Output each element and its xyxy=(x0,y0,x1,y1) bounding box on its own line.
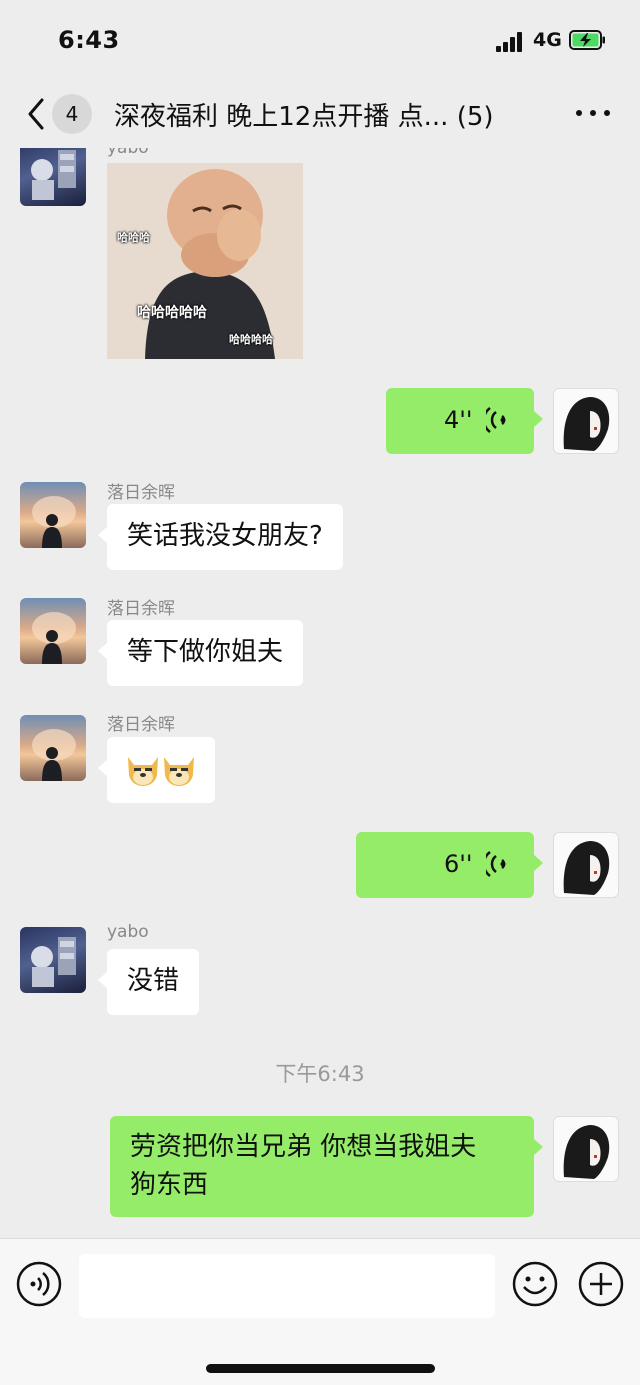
sticker-caption: 哈哈哈哈哈 xyxy=(137,305,207,321)
voice-wave-icon xyxy=(486,851,506,877)
sticker-caption: 哈哈哈 xyxy=(117,231,150,244)
sticker-caption: 哈哈哈哈 xyxy=(229,333,273,346)
avatar-me[interactable] xyxy=(553,832,619,898)
voice-message[interactable]: 6'' xyxy=(356,832,543,898)
emoji-message[interactable] xyxy=(98,737,215,803)
signal-icon xyxy=(496,32,524,52)
text-message[interactable]: 劳资把你当兄弟 你想当我姐夫 狗东西 xyxy=(110,1116,543,1217)
voice-wave-icon xyxy=(486,407,506,433)
network-type: 4G xyxy=(533,29,562,51)
sender-name: 落日余晖 xyxy=(107,599,175,619)
time-divider: 下午6:43 xyxy=(275,1062,365,1086)
sender-name: 落日余晖 xyxy=(107,715,175,735)
back-chevron-icon[interactable] xyxy=(22,94,52,134)
more-options-button[interactable] xyxy=(576,106,612,120)
status-bar: 6:43 4G xyxy=(0,0,640,80)
sender-name: yabo xyxy=(107,148,149,158)
home-indicator xyxy=(206,1364,435,1373)
voice-duration: 4'' xyxy=(444,406,473,434)
message-input[interactable] xyxy=(79,1254,495,1318)
avatar-sunset[interactable] xyxy=(20,598,86,664)
voice-input-icon[interactable] xyxy=(16,1261,62,1307)
message-line: 劳资把你当兄弟 你想当我姐夫 xyxy=(130,1132,477,1162)
unread-count-badge[interactable]: 4 xyxy=(52,94,92,134)
avatar-sunset[interactable] xyxy=(20,715,86,781)
avatar-yabo[interactable] xyxy=(20,927,86,993)
doge-emoji-icon xyxy=(128,757,194,786)
voice-duration: 6'' xyxy=(444,850,473,878)
avatar-yabo[interactable] xyxy=(20,148,86,206)
text-message[interactable]: 笑话我没女朋友? xyxy=(98,504,343,570)
battery-charging-icon xyxy=(569,30,605,50)
add-plus-icon[interactable] xyxy=(578,1261,624,1307)
laughing-baby-sticker[interactable]: 哈哈哈 哈哈哈哈哈 哈哈哈哈 xyxy=(107,163,303,359)
emoji-icon[interactable] xyxy=(512,1261,558,1307)
group-name: 深夜福利 晚上12点开播 点... xyxy=(114,102,449,132)
avatar-me[interactable] xyxy=(553,1116,619,1182)
text-message[interactable]: 等下做你姐夫 xyxy=(97,620,304,686)
avatar-me[interactable] xyxy=(553,388,619,454)
avatar-sunset[interactable] xyxy=(20,482,86,548)
chat-title: 深夜福利 晚上12点开播 点... (5) xyxy=(114,96,534,133)
input-bar xyxy=(0,1238,640,1385)
text-message[interactable]: 没错 xyxy=(97,949,200,1015)
laughing-baby-image xyxy=(107,163,303,359)
sender-name: yabo xyxy=(107,922,149,942)
sender-name: 落日余晖 xyxy=(107,483,175,503)
voice-message[interactable]: 4'' xyxy=(386,388,543,454)
message-line: 狗东西 xyxy=(130,1170,209,1200)
message-list[interactable]: yabo 哈哈哈 哈哈哈哈哈 哈哈哈哈 4'' 落日余晖 笑话我没女朋友? 落日… xyxy=(0,148,640,1238)
member-count: (5) xyxy=(456,102,494,132)
status-time: 6:43 xyxy=(58,26,120,54)
